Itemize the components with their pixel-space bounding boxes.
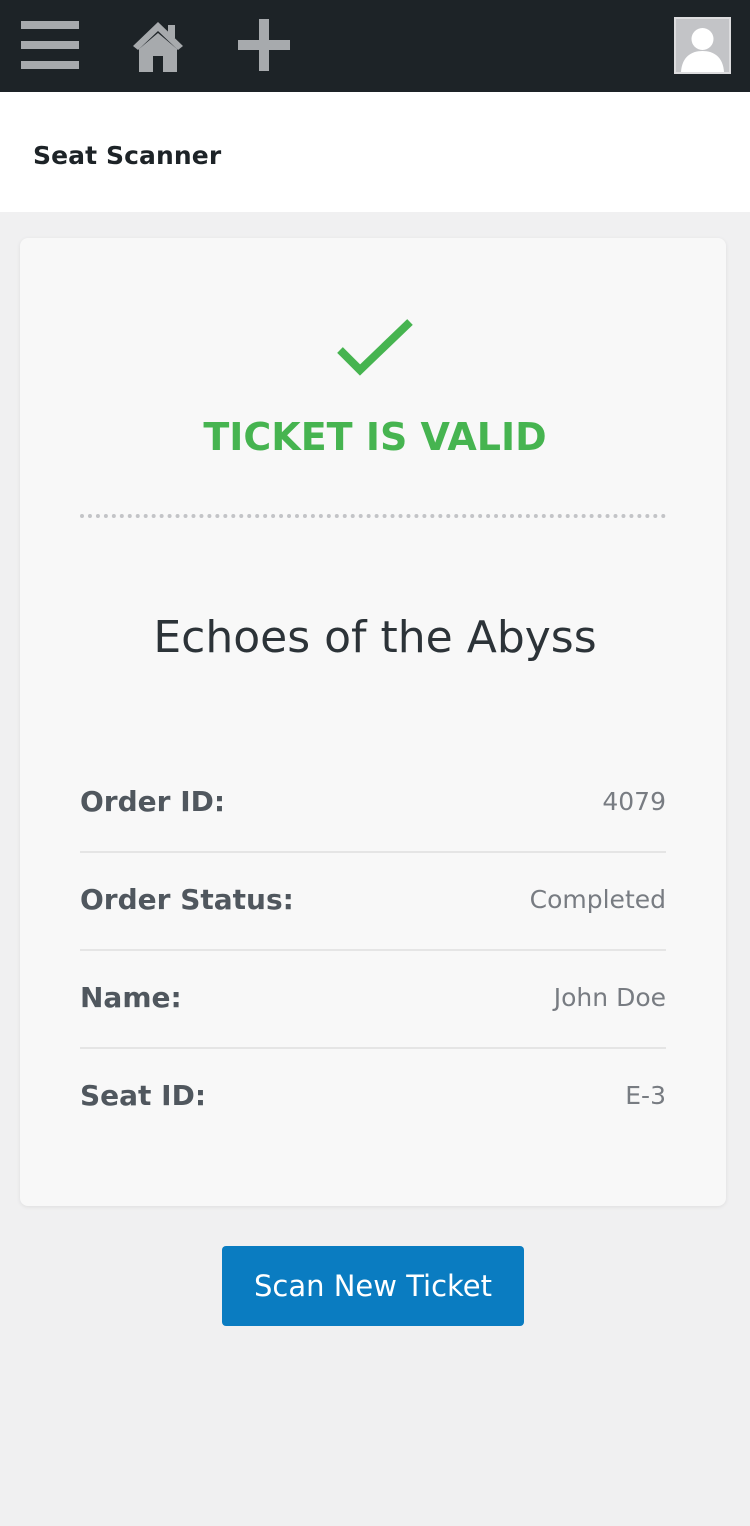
ticket-status: TICKET IS VALID — [203, 415, 547, 459]
order-id-value: 4079 — [602, 787, 666, 816]
menu-icon[interactable] — [20, 19, 80, 71]
user-avatar[interactable] — [674, 17, 731, 74]
name-label: Name: — [80, 981, 182, 1014]
detail-row-order-status: Order Status: Completed — [80, 853, 666, 951]
detail-row-seat-id: Seat ID: E-3 — [80, 1049, 666, 1147]
checkmark-icon — [337, 319, 413, 376]
dotted-divider — [80, 514, 666, 518]
plus-icon[interactable] — [236, 17, 292, 73]
order-status-value: Completed — [529, 885, 666, 914]
event-title: Echoes of the Abyss — [153, 612, 597, 663]
order-status-label: Order Status: — [80, 883, 294, 916]
name-value: John Doe — [553, 983, 666, 1012]
seat-id-label: Seat ID: — [80, 1079, 207, 1112]
seat-id-value: E-3 — [625, 1081, 666, 1110]
scan-new-ticket-button[interactable]: Scan New Ticket — [222, 1246, 524, 1326]
detail-row-name: Name: John Doe — [80, 951, 666, 1049]
home-icon[interactable] — [132, 20, 184, 72]
detail-row-order-id: Order ID: 4079 — [80, 755, 666, 853]
top-toolbar — [0, 0, 750, 92]
user-silhouette-icon — [681, 28, 724, 72]
page-title: Seat Scanner — [33, 141, 222, 170]
order-id-label: Order ID: — [80, 785, 226, 818]
page-header: Seat Scanner — [0, 92, 750, 212]
